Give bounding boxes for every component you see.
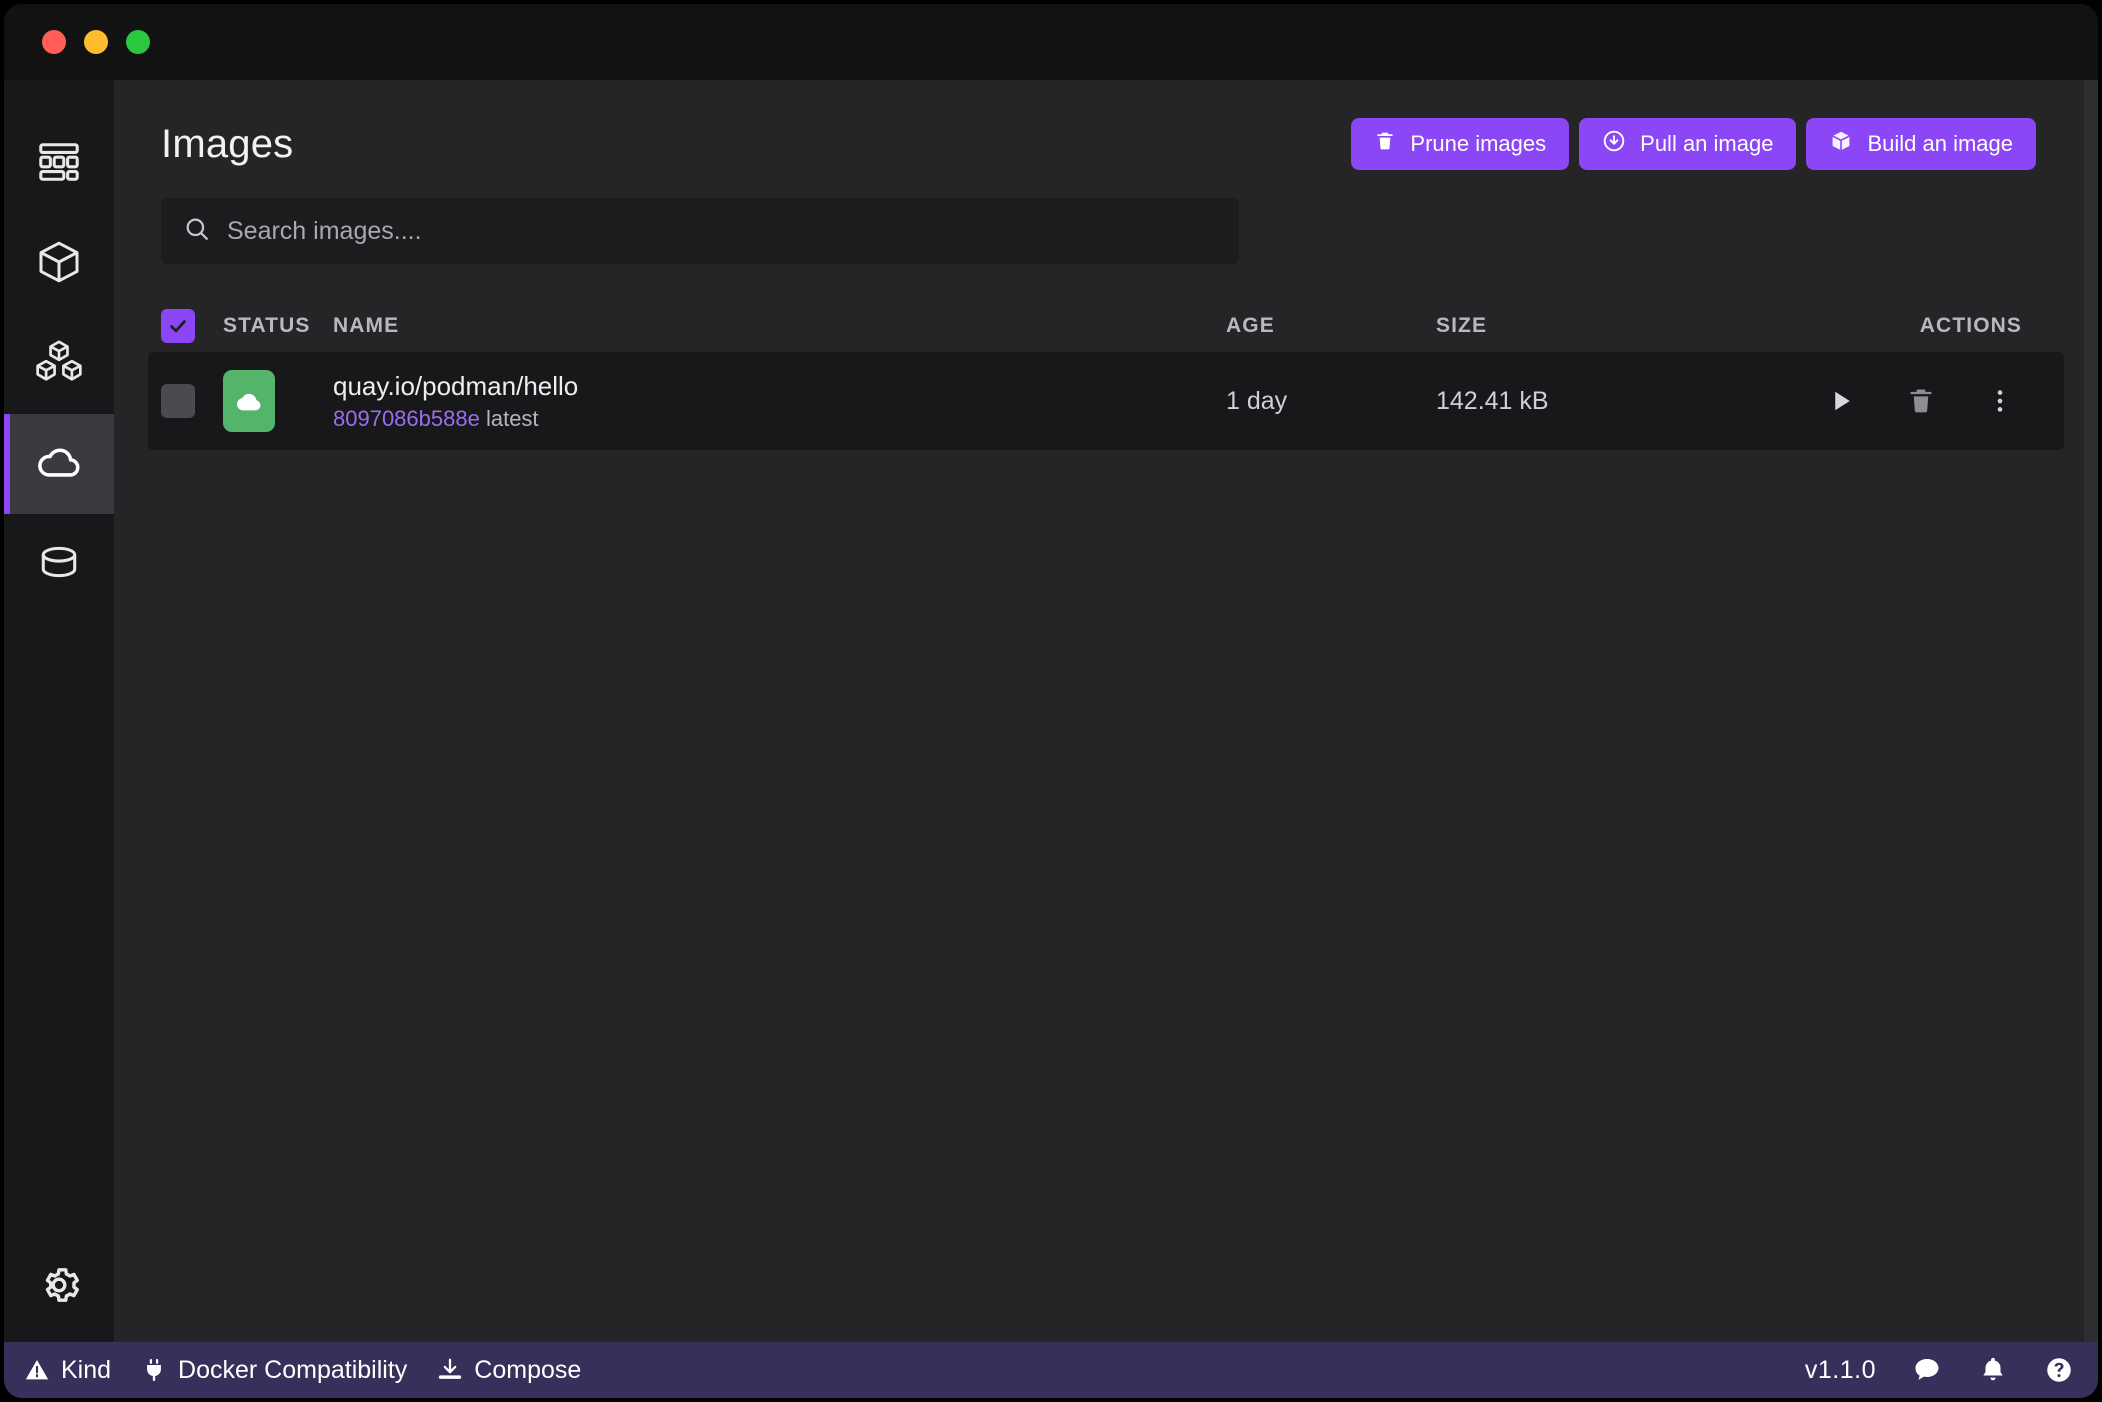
status-compose-label: Compose — [474, 1355, 582, 1384]
main-content: Images Prune images Pull an image Build … — [114, 80, 2098, 1342]
cloud-image-icon — [223, 370, 275, 432]
title-bar — [4, 4, 2098, 80]
pull-image-button[interactable]: Pull an image — [1579, 118, 1797, 170]
status-compose[interactable]: Compose — [437, 1356, 581, 1385]
play-icon[interactable] — [1826, 386, 1856, 416]
app-window: Images Prune images Pull an image Build … — [4, 4, 2098, 1398]
row-status-cell — [223, 370, 333, 432]
sidebar-item-dashboard[interactable] — [4, 114, 114, 214]
gear-icon — [35, 1261, 83, 1314]
trash-icon[interactable] — [1906, 386, 1936, 416]
plug-icon — [141, 1357, 167, 1383]
status-bar: Kind Docker Compatibility Compose v1.1.0 — [4, 1342, 2098, 1398]
search-bar[interactable] — [161, 198, 1239, 264]
pods-icon — [34, 337, 84, 392]
download-icon — [437, 1357, 463, 1383]
page-title: Images — [161, 121, 294, 166]
select-all-cell — [161, 309, 223, 343]
traffic-lights — [42, 30, 150, 54]
database-icon — [36, 539, 82, 590]
image-id: 8097086b588e — [333, 405, 480, 431]
kebab-menu-icon[interactable] — [1986, 387, 2014, 415]
row-checkbox[interactable] — [161, 384, 195, 418]
column-header-size[interactable]: SIZE — [1436, 314, 1776, 338]
app-version: v1.1.0 — [1804, 1355, 1876, 1384]
build-image-label: Build an image — [1867, 131, 2013, 156]
search-input[interactable] — [227, 216, 1217, 246]
sidebar-item-images[interactable] — [4, 414, 114, 514]
images-table: STATUS NAME AGE SIZE ACTIONS quay.io/pod… — [148, 302, 2064, 450]
warning-triangle-icon — [24, 1357, 50, 1383]
select-all-checkbox[interactable] — [161, 309, 195, 343]
sidebar-item-volumes[interactable] — [4, 514, 114, 614]
download-circle-icon — [1602, 129, 1626, 159]
status-docker-compatibility[interactable]: Docker Compatibility — [141, 1356, 407, 1385]
column-header-status[interactable]: STATUS — [223, 314, 333, 338]
row-select-cell — [161, 384, 223, 418]
build-image-button[interactable]: Build an image — [1806, 118, 2036, 170]
sidebar-item-settings[interactable] — [4, 1232, 114, 1342]
header-actions: Prune images Pull an image Build an imag… — [1351, 118, 2036, 170]
cube-icon — [1829, 129, 1853, 159]
chat-bubble-icon[interactable] — [1912, 1355, 1942, 1385]
cube-icon — [35, 238, 83, 291]
prune-images-label: Prune images — [1410, 131, 1547, 156]
maximize-button[interactable] — [126, 30, 150, 54]
search-icon — [183, 215, 211, 248]
status-bar-left: Kind Docker Compatibility Compose — [24, 1356, 581, 1385]
close-button[interactable] — [42, 30, 66, 54]
status-bar-right: v1.1.0 — [1805, 1355, 2074, 1385]
dashboard-icon — [36, 139, 82, 190]
image-tag: latest — [485, 405, 539, 431]
table-row[interactable]: quay.io/podman/hello 8097086b588e latest… — [148, 352, 2064, 450]
vertical-scrollbar[interactable] — [2084, 80, 2098, 1342]
status-docker-label: Docker Compatibility — [178, 1355, 408, 1384]
image-name: quay.io/podman/hello — [333, 370, 579, 401]
table-header-row: STATUS NAME AGE SIZE ACTIONS — [148, 302, 2064, 350]
cloud-icon — [34, 437, 84, 492]
row-age: 1 day — [1226, 386, 1288, 415]
row-actions — [1776, 386, 2036, 416]
prune-images-button[interactable]: Prune images — [1351, 118, 1570, 170]
sidebar-item-containers[interactable] — [4, 214, 114, 314]
column-header-name[interactable]: NAME — [333, 314, 1226, 338]
image-id-tag: 8097086b588e latest — [333, 406, 1210, 432]
trash-icon — [1374, 130, 1396, 158]
column-header-age[interactable]: AGE — [1226, 314, 1436, 338]
bell-icon[interactable] — [1978, 1355, 2008, 1385]
column-header-actions: ACTIONS — [1919, 314, 2022, 337]
help-circle-icon[interactable] — [2044, 1355, 2074, 1385]
status-kind-label: Kind — [61, 1355, 112, 1384]
row-name-cell[interactable]: quay.io/podman/hello 8097086b588e latest — [333, 371, 1226, 432]
minimize-button[interactable] — [84, 30, 108, 54]
sidebar-item-pods[interactable] — [4, 314, 114, 414]
status-kind[interactable]: Kind — [24, 1356, 111, 1385]
pull-image-label: Pull an image — [1640, 131, 1774, 156]
row-size: 142.41 kB — [1436, 386, 1549, 415]
content-inner: Images Prune images Pull an image Build … — [114, 80, 2098, 1342]
window-body: Images Prune images Pull an image Build … — [4, 80, 2098, 1342]
page-header: Images Prune images Pull an image Build … — [148, 80, 2064, 170]
sidebar — [4, 80, 114, 1342]
